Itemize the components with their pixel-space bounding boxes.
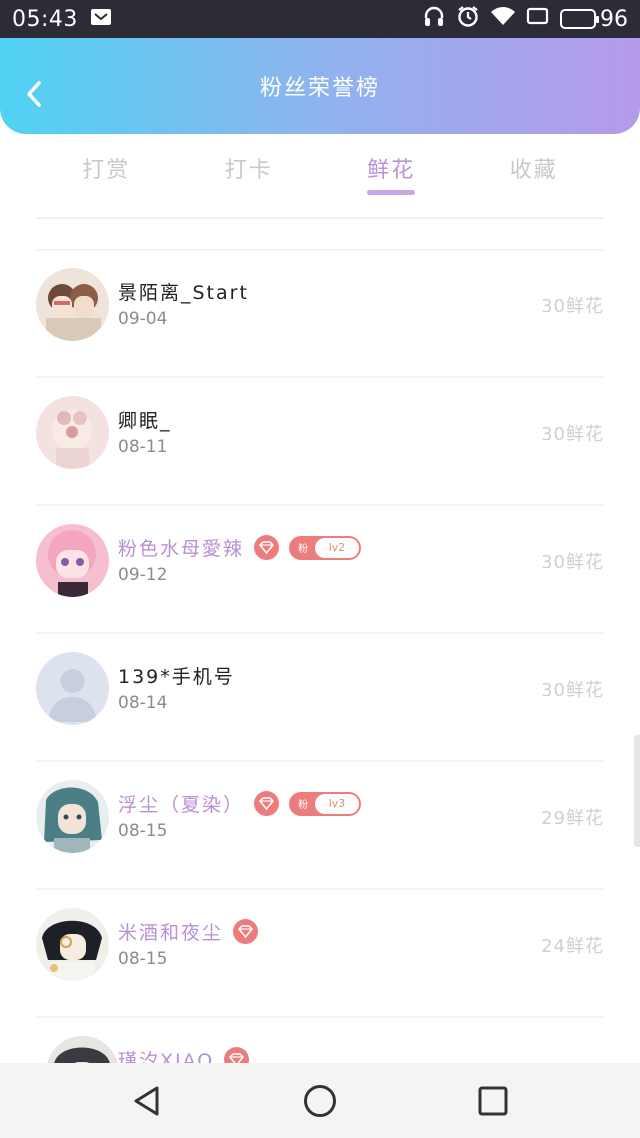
list-item[interactable]: 139*手机号 08-14 30鲜花 xyxy=(0,634,640,762)
avatar[interactable] xyxy=(36,524,109,597)
chevron-left-icon xyxy=(27,81,41,107)
flower-count: 24鲜花 xyxy=(541,936,604,957)
date-label: 09-12 xyxy=(118,565,168,585)
fan-level-badge: 粉 lv3 xyxy=(289,791,362,816)
avatar[interactable] xyxy=(36,652,109,725)
flower-count: 30鲜花 xyxy=(541,552,604,573)
fan-tag: 粉 xyxy=(298,544,309,555)
date-label: 08-15 xyxy=(118,821,168,841)
battery-icon xyxy=(560,9,599,29)
page: 05:43 96 粉丝荣誉榜 打赏 打卡 鲜花 收藏 景陌离_Start 09-… xyxy=(0,0,640,1138)
flower-count: 30鲜花 xyxy=(541,296,604,317)
tab-bar: 打赏 打卡 鲜花 收藏 xyxy=(35,140,605,218)
back-button[interactable] xyxy=(18,78,50,110)
alarm-icon xyxy=(456,4,480,34)
name-line: 浮尘（夏染） 粉 lv3 xyxy=(118,790,362,817)
name-line: 139*手机号 xyxy=(118,662,235,689)
diamond-icon xyxy=(254,791,280,816)
nav-recents-button[interactable] xyxy=(463,1071,523,1131)
diamond-icon xyxy=(233,919,259,944)
nav-home-button[interactable] xyxy=(290,1071,350,1131)
list-item[interactable]: 米酒和夜尘 08-15 24鲜花 xyxy=(0,890,640,1018)
flower-count: 29鲜花 xyxy=(541,808,604,829)
user-name[interactable]: 景陌离_Start xyxy=(118,278,249,305)
user-name[interactable]: 米酒和夜尘 xyxy=(118,918,223,945)
fan-ranking-list: 景陌离_Start 09-04 30鲜花 卿眠_ 08-11 30鲜花 粉色水母 xyxy=(0,250,640,1138)
avatar[interactable] xyxy=(36,780,109,853)
fan-level: lv3 xyxy=(315,793,360,814)
triangle-back-icon xyxy=(134,1086,159,1115)
system-nav-bar xyxy=(0,1063,640,1138)
date-label: 08-14 xyxy=(118,693,168,713)
signal-icon xyxy=(526,6,550,32)
fan-tag: 粉 xyxy=(298,800,309,811)
list-item[interactable]: 卿眠_ 08-11 30鲜花 xyxy=(0,378,640,506)
user-name[interactable]: 粉色水母愛辣 xyxy=(118,534,244,561)
list-item[interactable]: 浮尘（夏染） 粉 lv3 08-15 29鲜花 xyxy=(0,762,640,890)
list-item[interactable]: 景陌离_Start 09-04 30鲜花 xyxy=(0,250,640,378)
avatar[interactable] xyxy=(36,396,109,469)
flower-count: 30鲜花 xyxy=(541,680,604,701)
user-name[interactable]: 卿眠_ xyxy=(118,406,172,433)
tab-checkin[interactable]: 打卡 xyxy=(178,140,321,218)
page-title: 粉丝荣誉榜 xyxy=(259,76,380,101)
date-label: 08-11 xyxy=(118,437,168,457)
date-label: 08-15 xyxy=(118,949,168,969)
tab-reward[interactable]: 打赏 xyxy=(35,140,178,218)
diamond-icon xyxy=(254,535,280,560)
name-line: 景陌离_Start xyxy=(118,278,249,305)
headphones-icon xyxy=(422,4,446,34)
square-recents-icon xyxy=(478,1086,508,1115)
date-label: 09-04 xyxy=(118,309,168,329)
name-line: 粉色水母愛辣 粉 lv2 xyxy=(118,534,362,561)
fan-level-badge: 粉 lv2 xyxy=(289,535,362,560)
nav-back-button[interactable] xyxy=(117,1071,177,1131)
avatar[interactable] xyxy=(36,908,109,981)
fan-level: lv2 xyxy=(315,537,360,558)
tab-favorites[interactable]: 收藏 xyxy=(463,140,606,218)
name-line: 米酒和夜尘 xyxy=(118,918,259,945)
battery-indicator: 96 xyxy=(560,7,628,32)
battery-percent: 96 xyxy=(600,6,628,32)
status-time: 05:43 xyxy=(12,6,78,32)
status-bar: 05:43 96 xyxy=(0,0,640,38)
notification-icon xyxy=(90,7,112,32)
user-name[interactable]: 139*手机号 xyxy=(118,662,235,689)
avatar[interactable] xyxy=(36,268,109,341)
wifi-icon xyxy=(490,5,516,33)
tab-flowers[interactable]: 鲜花 xyxy=(320,140,463,218)
tab-divider xyxy=(35,217,605,219)
app-header: 粉丝荣誉榜 xyxy=(0,38,640,134)
user-name[interactable]: 浮尘（夏染） xyxy=(118,790,244,817)
name-line: 卿眠_ xyxy=(118,406,172,433)
list-item[interactable]: 粉色水母愛辣 粉 lv2 09-12 30鲜花 xyxy=(0,506,640,634)
flower-count: 30鲜花 xyxy=(541,424,604,445)
scroll-edge[interactable] xyxy=(634,735,640,847)
circle-home-icon xyxy=(303,1084,336,1117)
